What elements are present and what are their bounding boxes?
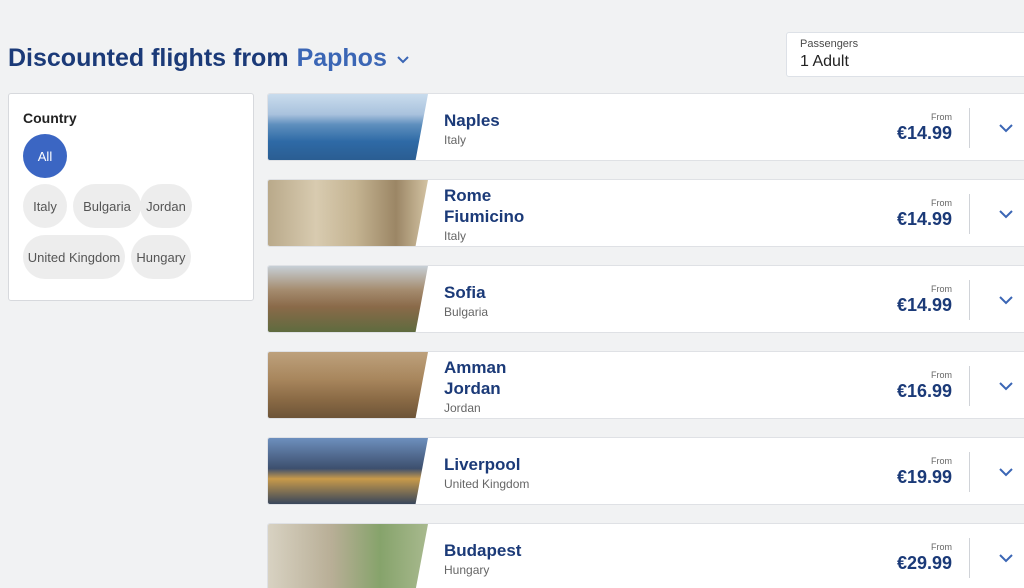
price-from-label: From: [931, 542, 952, 552]
chevron-down-icon[interactable]: [998, 378, 1014, 394]
destination-card[interactable]: Rome Fiumicino Italy From €14.99: [267, 179, 1024, 247]
destination-city: Sofia: [444, 282, 486, 302]
chip-jordan[interactable]: Jordan: [140, 184, 192, 228]
chip-italy[interactable]: Italy: [23, 184, 67, 228]
destination-country: Italy: [444, 229, 467, 243]
destination-country: United Kingdom: [444, 476, 530, 491]
destination-card[interactable]: Budapest Hungary From €29.99: [267, 523, 1024, 588]
price-from-label: From: [931, 370, 952, 380]
destination-country: Hungary: [444, 562, 490, 577]
divider: [969, 280, 970, 320]
divider: [969, 194, 970, 234]
destination-city: Rome Fiumicino: [444, 186, 525, 226]
chip-all[interactable]: All: [23, 134, 67, 178]
chevron-down-icon[interactable]: [998, 464, 1014, 480]
price-amount: €14.99: [896, 123, 952, 143]
price-from-label: From: [931, 112, 952, 122]
passengers-field[interactable]: Passengers 1 Adult: [786, 32, 1024, 77]
price-amount: €14.99: [896, 209, 952, 229]
destination-card[interactable]: Sofia Bulgaria From €14.99: [267, 265, 1024, 333]
price-from-label: From: [931, 456, 952, 466]
chevron-down-icon[interactable]: [998, 206, 1014, 222]
country-filter-title: Country: [23, 110, 77, 126]
chevron-down-icon[interactable]: [998, 292, 1014, 308]
divider: [969, 108, 970, 148]
chevron-down-icon[interactable]: [998, 550, 1014, 566]
price-amount: €19.99: [896, 467, 952, 487]
chevron-down-icon[interactable]: [395, 51, 411, 67]
chip-bulgaria[interactable]: Bulgaria: [73, 184, 141, 228]
divider: [969, 538, 970, 578]
divider: [969, 452, 970, 492]
destination-card[interactable]: Liverpool United Kingdom From €19.99: [267, 437, 1024, 505]
destination-city: Amman Jordan: [444, 358, 507, 398]
divider: [969, 366, 970, 406]
chip-hungary[interactable]: Hungary: [131, 235, 191, 279]
price-amount: €29.99: [896, 553, 952, 573]
page-title: Discounted flights from Paphos: [8, 44, 411, 73]
destination-image: [268, 524, 428, 588]
destination-city: Liverpool: [444, 454, 521, 474]
destination-image: [268, 438, 428, 504]
price-from-label: From: [931, 284, 952, 294]
price-amount: €16.99: [896, 381, 952, 401]
chip-united-kingdom[interactable]: United Kingdom: [23, 235, 125, 279]
origin-city-selector[interactable]: Paphos: [297, 44, 387, 73]
destination-city: Budapest: [444, 540, 522, 560]
price-amount: €14.99: [896, 295, 952, 315]
destination-image: [268, 352, 428, 418]
price-from-label: From: [931, 198, 952, 208]
destination-country: Jordan: [444, 401, 481, 415]
passengers-label: Passengers: [800, 38, 859, 50]
destination-city: Naples: [444, 110, 500, 130]
destination-image: [268, 180, 428, 246]
country-filter-panel: Country All Italy Bulgaria Jordan United…: [8, 93, 254, 301]
destination-image: [268, 94, 428, 160]
destination-country: Bulgaria: [444, 304, 489, 319]
chevron-down-icon[interactable]: [998, 120, 1014, 136]
page-title-prefix: Discounted flights from: [8, 44, 289, 72]
passengers-value: 1 Adult: [800, 53, 849, 70]
destination-card[interactable]: Amman Jordan Jordan From €16.99: [267, 351, 1024, 419]
destination-card[interactable]: Naples Italy From €14.99: [267, 93, 1024, 161]
destination-image: [268, 266, 428, 332]
destination-country: Italy: [444, 132, 467, 147]
